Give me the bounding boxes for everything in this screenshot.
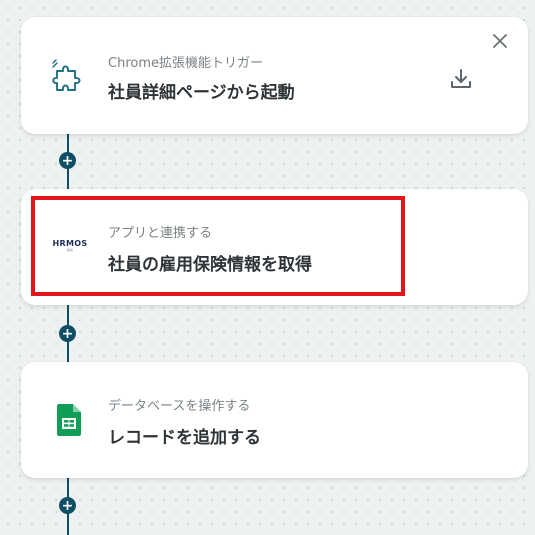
step-title: レコードを追加する: [108, 428, 261, 448]
add-step-button[interactable]: +: [59, 497, 76, 514]
step-subtitle: データベースを操作する: [108, 399, 251, 414]
trigger-step-card[interactable]: Chrome拡張機能トリガー 社員詳細ページから起動: [21, 17, 528, 134]
database-step-card[interactable]: データベースを操作する レコードを追加する: [21, 362, 528, 478]
add-step-button[interactable]: +: [59, 325, 76, 342]
download-icon[interactable]: [448, 66, 474, 92]
step-title: 社員の雇用保険情報を取得: [108, 255, 312, 275]
close-icon[interactable]: [490, 31, 510, 51]
puzzle-piece-icon: [49, 56, 89, 96]
step-title: 社員詳細ページから起動: [108, 83, 295, 103]
hrmos-logo-text: HRMOS: [52, 239, 88, 248]
add-step-button[interactable]: +: [59, 152, 76, 169]
hrmos-logo-subtext: 勤怠: [66, 248, 73, 252]
step-subtitle: アプリと連携する: [108, 226, 213, 241]
hrmos-logo: HRMOS 勤怠: [47, 226, 93, 266]
step-subtitle: Chrome拡張機能トリガー: [108, 56, 263, 71]
app-integration-step-card[interactable]: HRMOS 勤怠 アプリと連携する 社員の雇用保険情報を取得: [21, 189, 528, 305]
google-sheets-icon: [49, 400, 89, 440]
